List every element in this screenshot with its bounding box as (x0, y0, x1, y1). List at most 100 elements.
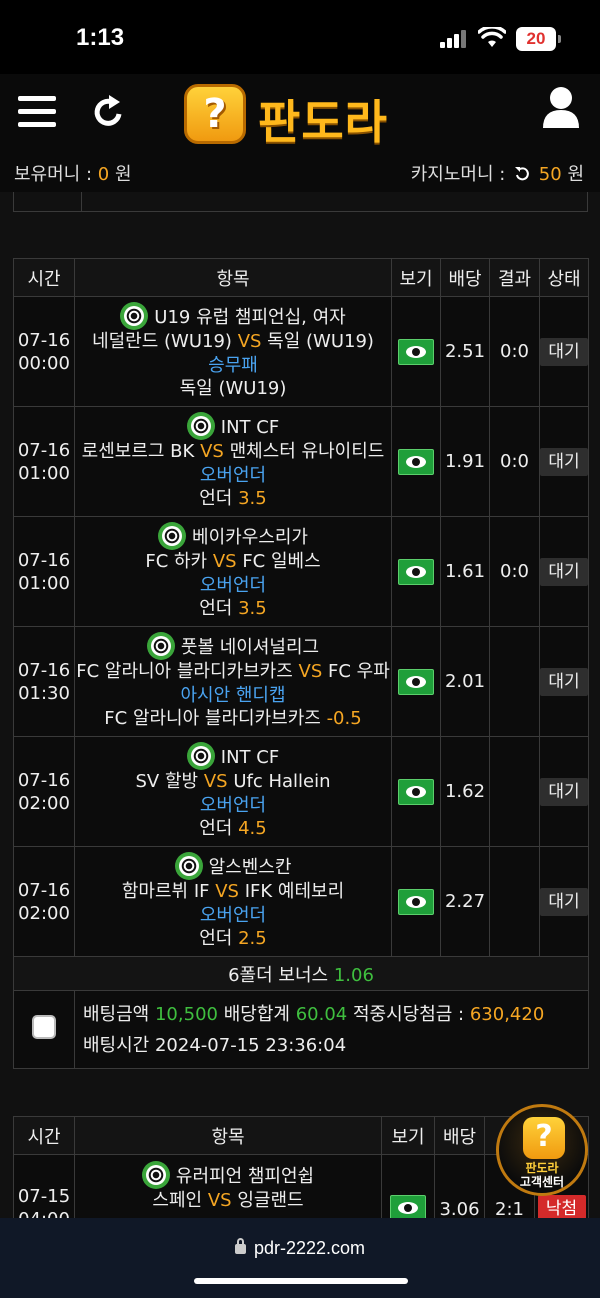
market-type: 승무패 (208, 354, 258, 376)
refresh-icon[interactable] (92, 94, 126, 130)
pick: 언더 (199, 818, 233, 840)
battery-level: 20 (526, 29, 546, 48)
status-badge: 대기 (540, 667, 588, 696)
soccer-ball-icon (174, 852, 203, 881)
view-cell (391, 626, 441, 737)
result-value: 0:0 (489, 406, 540, 517)
home-team: 스페인 (152, 1190, 203, 1211)
col-odds: 배당 (434, 1116, 485, 1155)
col-status: 상태 (539, 258, 589, 297)
vs-label: VS (212, 551, 237, 573)
col-view: 보기 (391, 258, 441, 297)
cash-value: 0 (97, 164, 110, 185)
bonus-value: 1.06 (333, 964, 374, 986)
result-value (489, 626, 540, 737)
status-cell: 대기 (539, 736, 589, 847)
table-row: 07-16 00:00 U19 유럽 챔피언십, 여자 네덜란드 (WU19) VS … (13, 296, 589, 407)
match-item: U19 유럽 챔피언십, 여자 네덜란드 (WU19) VS 독일 (WU19) 승… (74, 296, 392, 407)
select-checkbox[interactable] (32, 1015, 56, 1039)
odds-value: 2.01 (440, 626, 490, 737)
match-clock: 01:00 (18, 462, 70, 484)
result-value (489, 846, 540, 957)
view-eye-icon[interactable] (398, 668, 434, 695)
match-item: INT CF 로센보르그 BK VS 맨체스터 유나이티드 오버언더 언더 3.5 (74, 406, 392, 517)
match-time: 07-15 04:00 (13, 1154, 75, 1218)
match-item: 알스벤스칸 함마르뷔 IF VS IFK 예테보리 오버언더 언더 2.5 (74, 846, 392, 957)
status-cell: 대기 (539, 516, 589, 627)
vs-label: VS (298, 661, 323, 683)
bet-amount-label: 배팅금액 (83, 1003, 150, 1025)
result-value: 0:0 (489, 296, 540, 407)
odds-value: 1.91 (440, 406, 490, 517)
view-eye-icon[interactable] (398, 448, 434, 475)
match-item: INT CF SV 할방 VS Ufc Hallein 오버언더 언더 4.5 (74, 736, 392, 847)
table-row: 07-16 02:00 알스벤스칸 함마르뷔 IF VS IFK 예테보리 오버언더 언더… (13, 846, 589, 957)
match-clock: 01:00 (18, 572, 70, 594)
balance-bar: 보유머니 : 0 원 카지노머니 : 50 원 (0, 152, 600, 192)
cash-balance: 보유머니 : 0 원 (14, 164, 132, 185)
cellular-signal-icon (440, 30, 466, 48)
menu-icon[interactable] (18, 96, 56, 128)
away-team: Ufc Hallein (233, 771, 331, 793)
status-cell: 대기 (539, 626, 589, 737)
col-result: 결과 (489, 258, 540, 297)
odds-value: 1.61 (440, 516, 490, 627)
bet-history-list[interactable]: 시간 항목 보기 배당 결과 상태 07-16 00:00 U19 유럽 챔피언십,… (0, 192, 600, 1218)
league-name: 알스벤스칸 (208, 857, 292, 879)
away-team: 독일 (WU19) (267, 331, 374, 353)
away-team: IFK 예테보리 (244, 881, 345, 903)
view-eye-icon[interactable] (398, 778, 434, 805)
casino-refresh-icon[interactable] (514, 166, 530, 182)
browser-address-bar: pdr-2222.com (0, 1218, 600, 1298)
match-item: 풋볼 네이셔널리그 FC 알라니아 블라디카브카즈 VS FC 우파 아시안 핸디캡… (74, 626, 392, 737)
status-cell: 대기 (539, 296, 589, 407)
status-badge: 대기 (540, 777, 588, 806)
league-name: INT CF (220, 747, 280, 769)
pick-value: 3.5 (238, 598, 267, 620)
match-time: 07-16 00:00 (13, 296, 75, 407)
status-badge: 낙첨 (537, 1195, 586, 1218)
logo-text: 판도라 (258, 95, 388, 149)
match-item: 유러피언 챔피언쉽 스페인 VS 잉글랜드 (74, 1154, 382, 1218)
home-team: FC 하카 (145, 551, 208, 573)
col-view: 보기 (381, 1116, 435, 1155)
view-cell (391, 296, 441, 407)
casino-balance[interactable]: 카지노머니 : 50 원 (411, 160, 584, 186)
match-date: 07-16 (17, 549, 71, 571)
battery-icon: 20 (516, 27, 561, 51)
match-time: 07-16 01:00 (13, 406, 75, 517)
away-team: FC 우파 (327, 661, 390, 683)
match-clock: 01:30 (18, 682, 70, 704)
status-cell: 대기 (539, 406, 589, 517)
view-eye-icon[interactable] (390, 1195, 426, 1218)
status-badge: 대기 (540, 447, 588, 476)
vs-label: VS (207, 1190, 232, 1211)
home-indicator[interactable] (194, 1278, 408, 1284)
vs-label: VS (237, 331, 262, 353)
logo[interactable]: ? 판도라 (184, 82, 420, 149)
match-clock: 04:00 (18, 1209, 70, 1218)
soccer-ball-icon (186, 412, 215, 441)
table-row: 07-16 02:00 INT CF SV 할방 VS Ufc Hallein 오버언더… (13, 736, 589, 847)
view-eye-icon[interactable] (398, 558, 434, 585)
user-icon[interactable] (541, 86, 581, 130)
view-eye-icon[interactable] (398, 888, 434, 915)
soccer-ball-icon (146, 632, 175, 661)
vs-label: VS (203, 771, 228, 793)
app-header: ? 판도라 (0, 74, 600, 152)
view-eye-icon[interactable] (398, 338, 434, 365)
customer-center-button[interactable]: ? 판도라 고객센터 (496, 1104, 588, 1196)
match-clock: 02:00 (18, 792, 70, 814)
soccer-ball-icon (158, 522, 187, 551)
league-name: INT CF (220, 417, 280, 439)
league-name: U19 유럽 챔피언십, 여자 (154, 307, 346, 329)
casino-value: 50 (538, 164, 562, 185)
url-field[interactable]: pdr-2222.com (0, 1238, 600, 1259)
match-date: 07-16 (17, 879, 71, 901)
status-cell: 대기 (539, 846, 589, 957)
odds-value: 3.06 (434, 1154, 485, 1218)
status-bar: 1:13 20 (0, 0, 600, 74)
total-odds: 60.04 (295, 1003, 348, 1025)
pick: 언더 (199, 928, 233, 950)
market-type: 오버언더 (199, 904, 267, 926)
